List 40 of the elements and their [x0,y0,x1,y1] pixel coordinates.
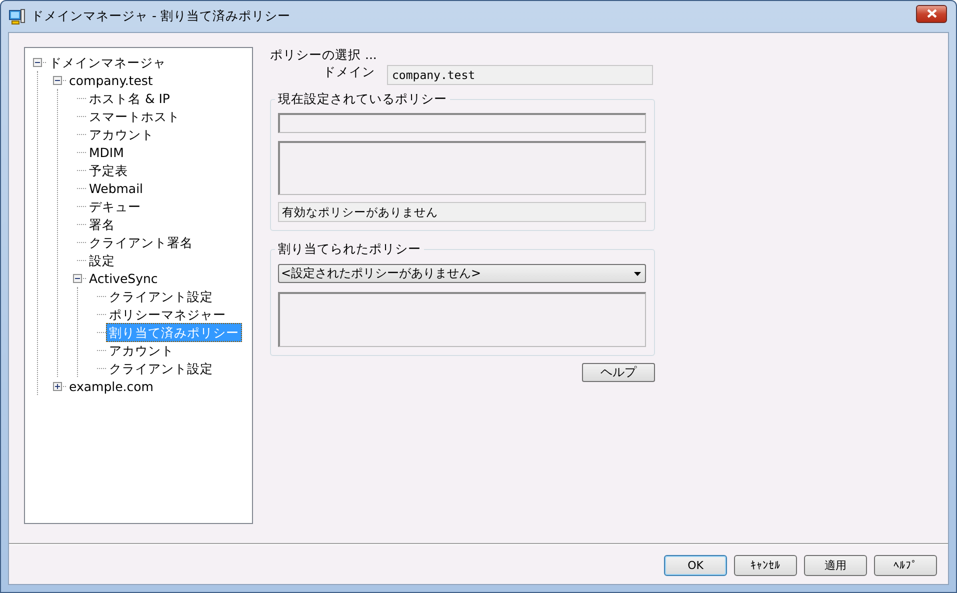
domain-field: company.test [387,65,653,85]
tree-item[interactable]: MDIM [86,142,127,162]
field-label: ドメイン [322,64,376,80]
tree-item[interactable]: アカウント [86,124,157,144]
tree-item[interactable]: Webmail [86,178,146,198]
group-title: 現在設定されているポリシー [275,91,450,107]
close-icon [926,9,936,18]
tree-item[interactable]: 予定表 [86,160,131,180]
dropdown-value: <設定されたポリシーがありません> [281,265,482,282]
collapse-icon[interactable] [73,274,82,282]
tree-item[interactable]: ポリシーマネジャー [106,304,229,324]
status-field: 有効なポリシーがありません [278,202,646,222]
tree-item[interactable]: 設定 [86,250,118,270]
dialog-button[interactable]: 適用 [804,555,867,576]
tree-item[interactable]: デキュー [86,196,144,216]
tree-item[interactable]: クライアント設定 [106,358,216,378]
dialog-button[interactable]: ｷｬﾝｾﾙ [734,555,797,576]
tree-item[interactable]: example.com [66,376,156,396]
dialog-button[interactable]: OK [664,555,727,576]
dialog-button[interactable]: ﾍﾙﾌﾟ [874,555,937,576]
section-heading: ポリシーの選択 ... [270,47,378,64]
caret-icon [634,272,641,276]
tree-item[interactable]: 署名 [86,214,118,234]
tree-item[interactable]: ActiveSync [86,268,161,288]
tree-item[interactable]: アカウント [106,340,177,360]
computer-icon [9,8,25,24]
expand-icon[interactable] [53,382,62,390]
tree-item[interactable]: ドメインマネージャ [46,52,169,72]
window-title: ドメインマネージャ - 割り当て済みポリシー [31,8,290,25]
tree-item[interactable]: クライアント設定 [106,286,216,306]
help-button[interactable]: ヘルプ [582,363,655,382]
close-button[interactable] [916,4,947,22]
tree-item[interactable]: スマートホスト [86,106,183,126]
collapse-icon[interactable] [33,58,42,66]
group-title: 割り当てられたポリシー [275,241,424,257]
collapse-icon[interactable] [53,76,62,84]
tree-item[interactable]: ホスト名 & IP [86,88,173,108]
tree-item[interactable]: company.test [66,70,156,90]
policy-dropdown[interactable]: <設定されたポリシーがありません> [278,264,646,283]
tree-item[interactable]: クライアント署名 [86,232,196,252]
